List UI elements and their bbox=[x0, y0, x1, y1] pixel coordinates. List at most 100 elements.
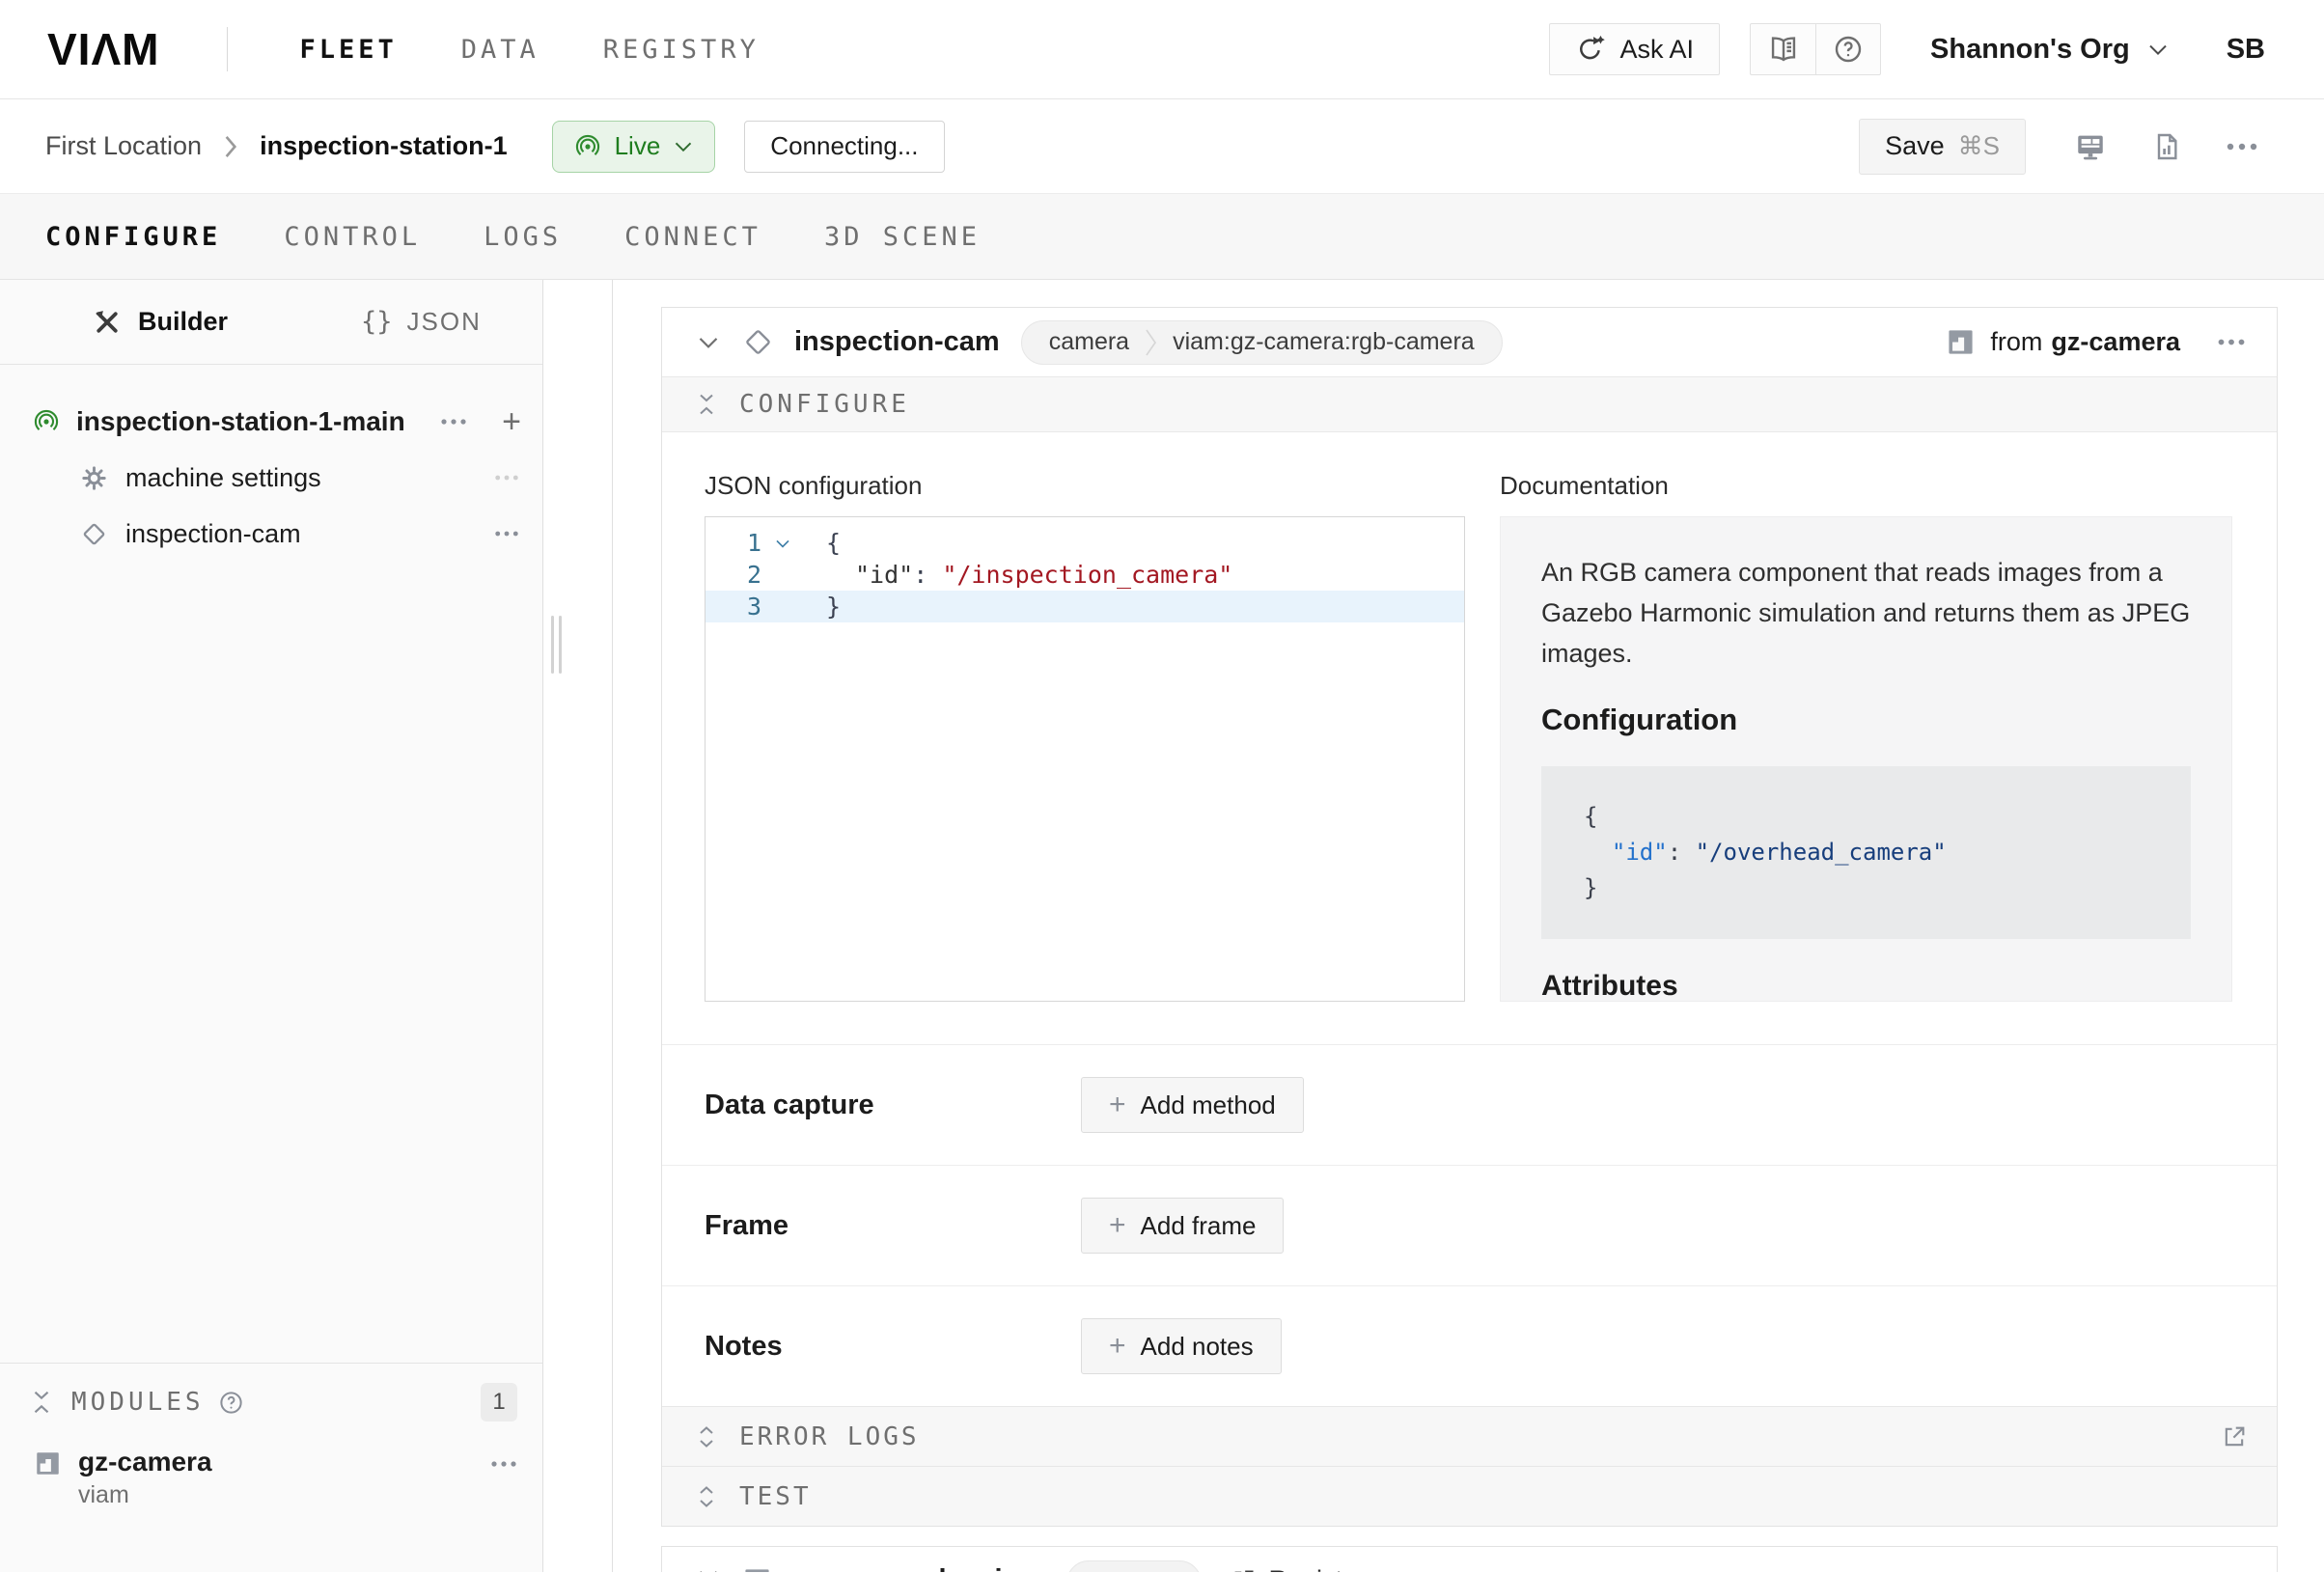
part-more-menu[interactable] bbox=[440, 418, 467, 426]
json-config-label: JSON configuration bbox=[705, 471, 1465, 501]
from-module-name: gz-camera bbox=[2051, 327, 2180, 357]
configure-section-label: CONFIGURE bbox=[739, 390, 910, 419]
machine-status-label: Live bbox=[615, 131, 661, 161]
tab-configure[interactable]: CONFIGURE bbox=[45, 222, 221, 252]
component-name: inspection-cam bbox=[794, 326, 1000, 358]
machine-more-menu[interactable] bbox=[2226, 142, 2258, 152]
broadcast-icon bbox=[33, 408, 60, 435]
chevron-down-icon[interactable] bbox=[697, 1567, 720, 1572]
error-logs-bar[interactable]: ERROR LOGS bbox=[662, 1406, 2277, 1466]
fold-chevron-icon[interactable] bbox=[761, 527, 804, 559]
mode-json-label: JSON bbox=[407, 307, 482, 337]
machine-dashboard-button[interactable] bbox=[2073, 130, 2108, 163]
module-card-title: gz-camera by viam bbox=[792, 1560, 1043, 1572]
notes-section: Notes + Add notes bbox=[662, 1285, 2277, 1406]
module-more-menu[interactable] bbox=[490, 1460, 517, 1468]
data-capture-title: Data capture bbox=[705, 1090, 1081, 1121]
add-frame-label: Add frame bbox=[1141, 1211, 1257, 1241]
nav-fleet[interactable]: FLEET bbox=[299, 35, 397, 65]
external-link-icon[interactable] bbox=[2221, 1423, 2248, 1450]
code-text: "id": "/inspection_camera" bbox=[804, 559, 1232, 591]
org-name: Shannon's Org bbox=[1930, 34, 2130, 66]
book-icon bbox=[1768, 34, 1799, 65]
tree-item-machine-settings[interactable]: machine settings bbox=[0, 450, 542, 506]
config-mode-toggle: Builder {} JSON bbox=[0, 280, 542, 365]
mode-json-tab[interactable]: {} JSON bbox=[361, 307, 482, 337]
test-bar[interactable]: TEST bbox=[662, 1466, 2277, 1526]
module-list-item[interactable]: gz-camera viam bbox=[0, 1447, 542, 1509]
tab-3d-scene[interactable]: 3D SCENE bbox=[824, 222, 981, 252]
tab-connect[interactable]: CONNECT bbox=[624, 222, 761, 252]
avatar[interactable]: SB bbox=[2227, 34, 2265, 66]
ask-ai-button[interactable]: Ask AI bbox=[1549, 23, 1720, 75]
org-switcher[interactable]: Shannon's Org bbox=[1930, 34, 2169, 66]
item-more-menu[interactable] bbox=[494, 530, 519, 538]
registry-link[interactable]: Registry bbox=[1231, 1560, 1365, 1572]
sidebar-resize-gutter bbox=[543, 280, 612, 1572]
data-capture-section: Data capture + Add method bbox=[662, 1044, 2277, 1165]
nav-data[interactable]: DATA bbox=[461, 35, 540, 65]
editor-line-active: 3 } bbox=[706, 591, 1464, 622]
editor-line: 2 "id": "/inspection_camera" bbox=[706, 559, 1464, 591]
mode-builder-label: Builder bbox=[138, 307, 228, 337]
from-module-link[interactable]: from gz-camera bbox=[1947, 327, 2180, 357]
component-more-menu[interactable] bbox=[2217, 338, 2246, 346]
add-frame-button[interactable]: + Add frame bbox=[1081, 1198, 1284, 1254]
top-nav: FLEET DATA REGISTRY bbox=[299, 35, 759, 65]
documentation-button[interactable] bbox=[1751, 24, 1815, 74]
external-link-icon bbox=[1231, 1567, 1257, 1573]
modules-header[interactable]: MODULES 1 bbox=[0, 1383, 542, 1421]
module-card-gz-camera: gz-camera by viam module Registry bbox=[661, 1546, 2278, 1572]
chevron-down-icon[interactable] bbox=[697, 334, 720, 350]
tree-part-row[interactable]: inspection-station-1-main + bbox=[0, 394, 542, 450]
save-label: Save bbox=[1885, 131, 1945, 161]
error-logs-label: ERROR LOGS bbox=[739, 1422, 920, 1451]
doc-configuration-heading: Configuration bbox=[1541, 703, 2191, 737]
json-config-column: JSON configuration 1 { 2 "id": " bbox=[705, 471, 1465, 1002]
question-circle-icon[interactable] bbox=[218, 1390, 244, 1416]
item-more-menu[interactable] bbox=[494, 474, 519, 482]
chevron-down-icon bbox=[2147, 41, 2169, 57]
expand-icon bbox=[695, 1425, 718, 1449]
line-number: 3 bbox=[706, 591, 761, 622]
broadcast-icon bbox=[574, 133, 601, 160]
machine-report-button[interactable] bbox=[2151, 130, 2182, 163]
tree-item-label: inspection-cam bbox=[125, 519, 301, 549]
module-icon bbox=[743, 1567, 771, 1572]
add-component-button[interactable]: + bbox=[502, 405, 521, 438]
documentation-panel[interactable]: An RGB camera component that reads image… bbox=[1500, 516, 2232, 1002]
help-button-group bbox=[1750, 23, 1881, 75]
tree-item-inspection-cam[interactable]: inspection-cam bbox=[0, 506, 542, 562]
collapse-icon bbox=[695, 393, 718, 416]
save-button[interactable]: Save ⌘S bbox=[1859, 119, 2026, 175]
module-pill-label: module bbox=[1094, 1569, 1174, 1573]
mode-builder-tab[interactable]: Builder bbox=[93, 307, 228, 337]
collapse-icon bbox=[29, 1390, 54, 1415]
chevron-down-icon bbox=[674, 139, 693, 153]
component-type: camera bbox=[1049, 328, 1129, 356]
breadcrumb-location[interactable]: First Location bbox=[45, 131, 202, 161]
connecting-button[interactable]: Connecting... bbox=[744, 121, 944, 173]
diamond-icon bbox=[743, 327, 773, 357]
json-config-editor[interactable]: 1 { 2 "id": "/inspection_camera" bbox=[705, 516, 1465, 1002]
configure-section-bar[interactable]: CONFIGURE bbox=[662, 376, 2277, 432]
header-divider bbox=[227, 27, 228, 71]
line-number: 1 bbox=[706, 527, 761, 559]
tab-control[interactable]: CONTROL bbox=[284, 222, 421, 252]
registry-label: Registry bbox=[1269, 1560, 1365, 1572]
resize-grip[interactable] bbox=[551, 616, 562, 674]
help-button[interactable] bbox=[1815, 24, 1880, 74]
nav-registry[interactable]: REGISTRY bbox=[603, 35, 760, 65]
add-method-button[interactable]: + Add method bbox=[1081, 1077, 1304, 1133]
machine-status-dropdown[interactable]: Live bbox=[552, 121, 716, 173]
frame-section: Frame + Add frame bbox=[662, 1165, 2277, 1285]
add-notes-button[interactable]: + Add notes bbox=[1081, 1318, 1282, 1374]
config-sidebar: Builder {} JSON inspection-station-1-mai… bbox=[0, 280, 543, 1572]
tab-logs[interactable]: LOGS bbox=[484, 222, 562, 252]
from-label: from bbox=[1990, 327, 2042, 357]
viam-logo[interactable]: VIΛM bbox=[47, 23, 159, 75]
breadcrumb-machine-name: inspection-station-1 bbox=[260, 131, 508, 161]
ask-ai-label: Ask AI bbox=[1619, 35, 1694, 65]
notes-title: Notes bbox=[705, 1331, 1081, 1363]
content: Builder {} JSON inspection-station-1-mai… bbox=[0, 280, 2324, 1572]
